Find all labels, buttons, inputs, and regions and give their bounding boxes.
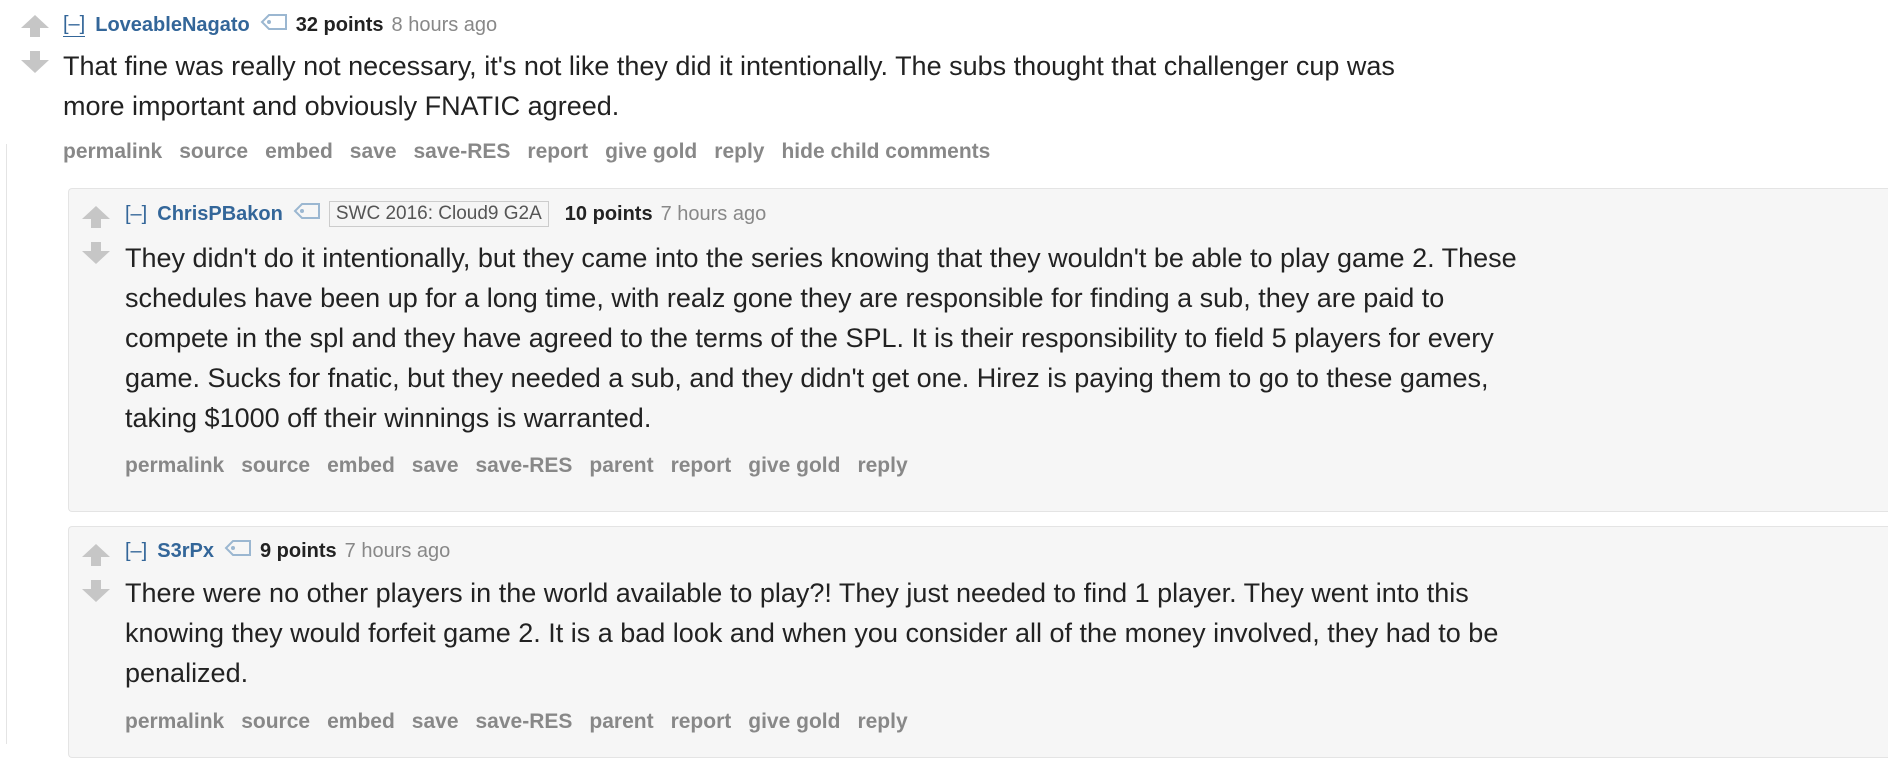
comment-actions: permalink source embed save save-RES parent re… <box>125 709 925 735</box>
comment-body: They didn't do it intentionally, but the… <box>125 238 1865 438</box>
comment-body-line: knowing they would forfeit game 2. It is… <box>125 618 1499 648</box>
comment-body-line: more important and obviously FNATIC agre… <box>63 91 620 121</box>
give-gold-button[interactable]: give gold <box>748 454 840 477</box>
comment-actions: permalink source embed save save-RES parent re… <box>125 453 925 479</box>
report-button[interactable]: report <box>671 454 732 477</box>
source-button[interactable]: source <box>241 710 310 733</box>
save-res-button[interactable]: save-RES <box>476 454 573 477</box>
save-button[interactable]: save <box>412 710 459 733</box>
author-link[interactable]: S3rPx <box>157 539 214 563</box>
child-comment: [–] ChrisPBakon SWC 2016: Cloud9 G2A 10 … <box>68 188 1888 512</box>
comment-body-line: schedules have been up for a long time, … <box>125 283 1445 313</box>
timestamp: 7 hours ago <box>660 203 767 225</box>
comment-tagline: [–] LoveableNagato 32 points 8 hours ago <box>63 12 497 37</box>
comment-body-line: penalized. <box>125 658 249 688</box>
parent-button[interactable]: parent <box>589 454 653 477</box>
report-button[interactable]: report <box>527 140 588 163</box>
hide-child-comments-button[interactable]: hide child comments <box>781 140 990 163</box>
collapse-toggle[interactable]: [–] <box>125 202 147 226</box>
give-gold-button[interactable]: give gold <box>605 140 697 163</box>
comment-body-line: They didn't do it intentionally, but the… <box>125 243 1517 273</box>
permalink-button[interactable]: permalink <box>125 454 224 477</box>
reply-button[interactable]: reply <box>714 140 764 163</box>
comment-body-line: compete in the spl and they have agreed … <box>125 323 1494 353</box>
reply-button[interactable]: reply <box>857 454 907 477</box>
embed-button[interactable]: embed <box>265 140 333 163</box>
collapse-toggle[interactable]: [–] <box>125 539 147 563</box>
comment-tagline: [–] S3rPx 9 points 7 hours ago <box>125 539 450 563</box>
score: 9 points <box>259 540 337 562</box>
tag-icon[interactable] <box>224 539 252 563</box>
timestamp: 8 hours ago <box>391 13 498 36</box>
permalink-button[interactable]: permalink <box>125 710 224 733</box>
source-button[interactable]: source <box>179 140 248 163</box>
parent-button[interactable]: parent <box>589 710 653 733</box>
arrow-down-icon[interactable] <box>20 50 50 74</box>
thread-guide-line <box>6 144 7 744</box>
embed-button[interactable]: embed <box>327 710 395 733</box>
arrow-up-icon[interactable] <box>81 543 111 567</box>
author-link[interactable]: ChrisPBakon <box>157 202 283 226</box>
author-link[interactable]: LoveableNagato <box>95 13 249 37</box>
timestamp: 7 hours ago <box>344 540 451 562</box>
score: 32 points <box>295 13 384 36</box>
child-comment: [–] S3rPx 9 points 7 hours ago There wer… <box>68 526 1888 758</box>
arrow-up-icon[interactable] <box>20 14 50 38</box>
save-res-button[interactable]: save-RES <box>476 710 573 733</box>
tag-icon[interactable] <box>293 202 321 226</box>
arrow-down-icon[interactable] <box>81 579 111 603</box>
comment-actions: permalink source embed save save-RES report gi… <box>63 139 1007 165</box>
give-gold-button[interactable]: give gold <box>748 710 840 733</box>
comment-body-line: taking $1000 off their winnings is warra… <box>125 403 652 433</box>
comment-body-line: There were no other players in the world… <box>125 578 1469 608</box>
save-button[interactable]: save <box>412 454 459 477</box>
source-button[interactable]: source <box>241 454 310 477</box>
comment-body-line: game. Sucks for fnatic, but they needed … <box>125 363 1489 393</box>
comment-thread: [–] LoveableNagato 32 points 8 hours ago… <box>0 0 1888 758</box>
score: 10 points <box>564 203 653 225</box>
save-button[interactable]: save <box>350 140 397 163</box>
save-res-button[interactable]: save-RES <box>414 140 511 163</box>
embed-button[interactable]: embed <box>327 454 395 477</box>
comment-body: That fine was really not necessary, it's… <box>63 46 1803 126</box>
reply-button[interactable]: reply <box>857 710 907 733</box>
comment-tagline: [–] ChrisPBakon SWC 2016: Cloud9 G2A 10 … <box>125 201 766 227</box>
user-flair: SWC 2016: Cloud9 G2A <box>328 201 549 227</box>
arrow-up-icon[interactable] <box>81 205 111 229</box>
permalink-button[interactable]: permalink <box>63 140 162 163</box>
tag-icon[interactable] <box>260 13 288 37</box>
arrow-down-icon[interactable] <box>81 241 111 265</box>
comment-body: There were no other players in the world… <box>125 573 1865 693</box>
comment-body-line: That fine was really not necessary, it's… <box>63 51 1395 81</box>
collapse-toggle[interactable]: [–] <box>63 12 86 37</box>
report-button[interactable]: report <box>671 710 732 733</box>
